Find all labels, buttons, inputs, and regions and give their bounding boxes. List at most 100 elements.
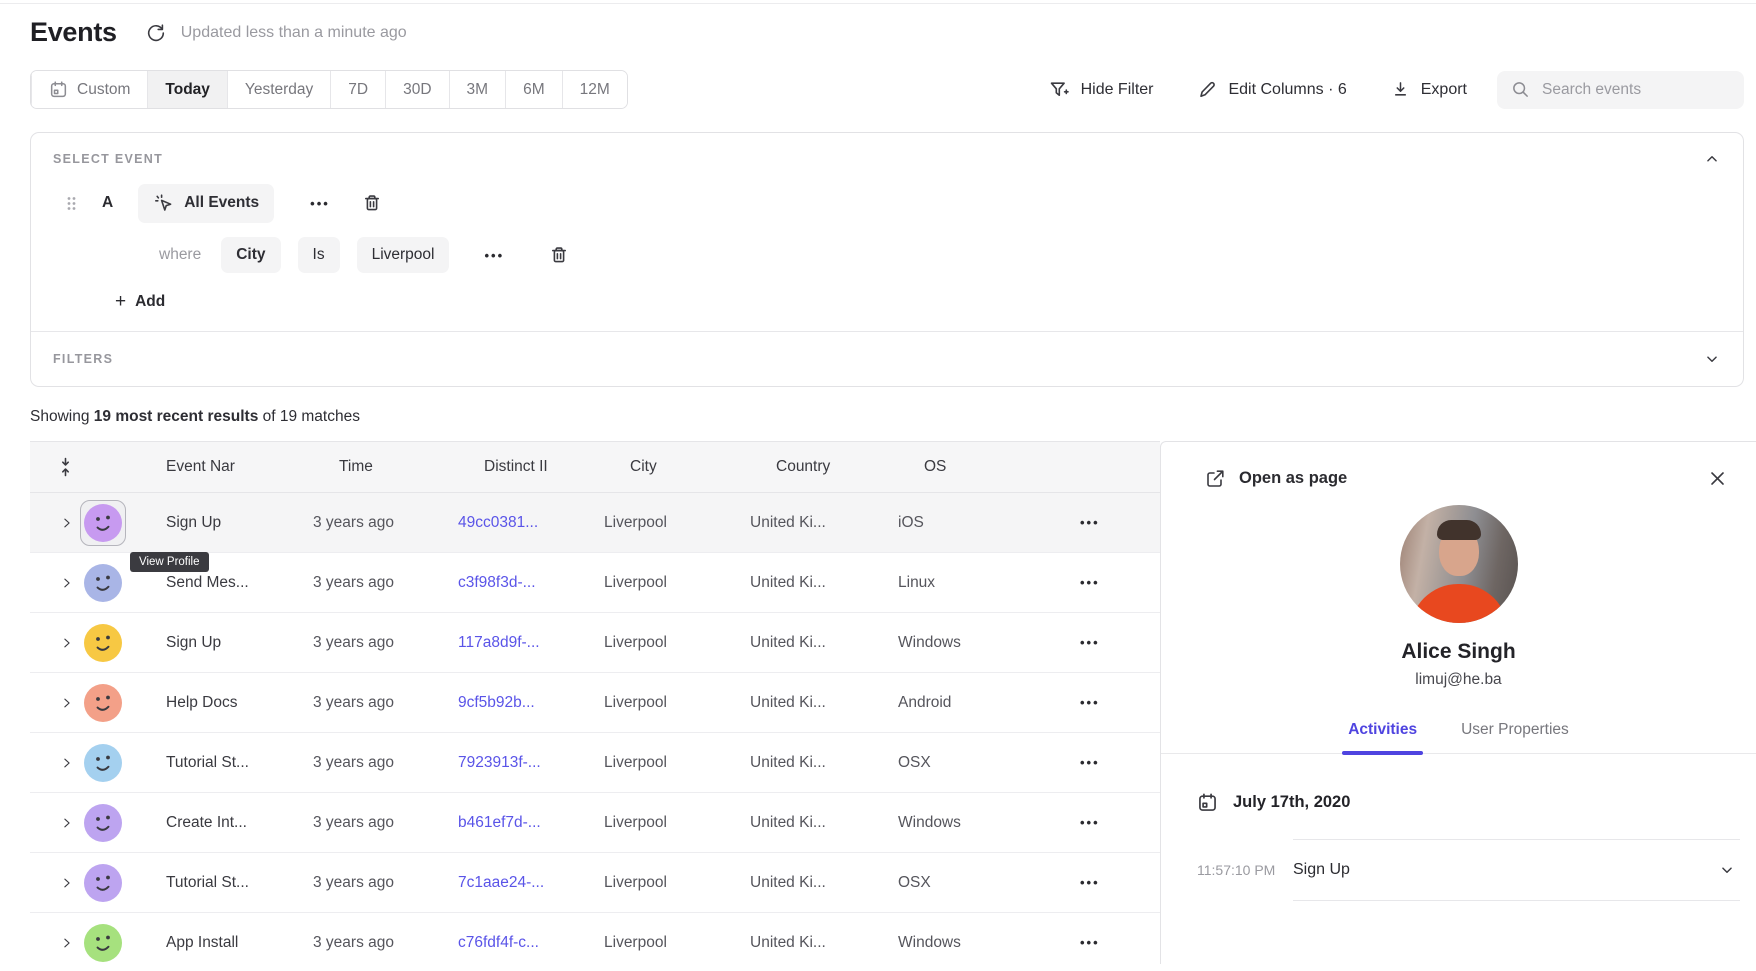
profile-avatar[interactable] — [80, 800, 126, 846]
distinct-id-link[interactable]: b461ef7d-... — [458, 814, 604, 832]
summary-suffix: of 19 matches — [258, 408, 360, 425]
profile-name: Alice Singh — [1161, 640, 1756, 664]
profile-tab-label: User Properties — [1461, 721, 1569, 738]
date-range-option[interactable]: 6M — [505, 71, 562, 108]
profile-avatar[interactable] — [80, 920, 126, 965]
date-range-option[interactable]: Today — [147, 71, 227, 108]
hide-filter-button[interactable]: Hide Filter — [1048, 79, 1154, 100]
chevron-right-icon[interactable] — [60, 936, 78, 950]
chevron-right-icon[interactable] — [60, 516, 78, 530]
event-name-cell: Tutorial St... — [140, 754, 313, 772]
time-cell: 3 years ago — [313, 874, 458, 892]
column-header[interactable]: Distinct II — [458, 458, 604, 476]
avatar-face-icon — [84, 864, 122, 902]
collapse-rows-icon[interactable] — [58, 456, 78, 478]
row-more-menu[interactable]: ••• — [1080, 935, 1160, 950]
city-cell: Liverpool — [604, 814, 750, 832]
date-range-option[interactable]: Custom — [31, 71, 147, 108]
row-more-menu[interactable]: ••• — [1080, 695, 1160, 710]
search-events-box[interactable] — [1497, 71, 1744, 109]
city-cell: Liverpool — [604, 754, 750, 772]
country-cell: United Ki... — [750, 634, 898, 652]
event-trash-icon[interactable] — [362, 193, 382, 213]
profile-tab[interactable]: Activities — [1346, 715, 1419, 753]
distinct-id-link[interactable]: 49cc0381... — [458, 514, 604, 532]
chevron-right-icon[interactable] — [60, 636, 78, 650]
profile-avatar[interactable] — [80, 680, 126, 726]
chevron-right-icon[interactable] — [60, 816, 78, 830]
drag-handle-icon[interactable] — [65, 196, 78, 211]
column-header[interactable]: Time — [313, 458, 458, 476]
profile-avatar[interactable] — [80, 500, 126, 546]
date-range-option[interactable]: 30D — [385, 71, 448, 108]
add-label: Add — [135, 293, 165, 311]
table-row[interactable]: Sign Up 3 years ago 117a8d9f-... Liverpo… — [30, 613, 1160, 673]
activity-event-expander[interactable]: Sign Up — [1293, 839, 1740, 901]
profile-avatar[interactable] — [80, 560, 126, 606]
event-selector-chip[interactable]: All Events — [138, 184, 274, 223]
row-more-menu[interactable]: ••• — [1080, 575, 1160, 590]
add-clause-button[interactable]: + Add — [115, 291, 1743, 313]
chevron-right-icon[interactable] — [60, 876, 78, 890]
profile-avatar[interactable] — [80, 860, 126, 906]
operator-chip[interactable]: Is — [298, 237, 340, 273]
edit-columns-button[interactable]: Edit Columns · 6 — [1197, 80, 1346, 100]
distinct-id-link[interactable]: 9cf5b92b... — [458, 694, 604, 712]
filters-label: FILTERS — [53, 352, 113, 366]
profile-tabs: Activities User Properties — [1161, 715, 1756, 754]
search-input[interactable] — [1542, 81, 1730, 99]
event-clause-row: A All Events ••• — [65, 183, 1743, 223]
row-more-menu[interactable]: ••• — [1080, 875, 1160, 890]
row-more-menu[interactable]: ••• — [1080, 515, 1160, 530]
distinct-id-link[interactable]: 7923913f-... — [458, 754, 604, 772]
download-icon — [1391, 80, 1410, 99]
distinct-id-link[interactable]: 117a8d9f-... — [458, 634, 604, 652]
row-more-menu[interactable]: ••• — [1080, 815, 1160, 830]
time-cell: 3 years ago — [313, 934, 458, 952]
table-row[interactable]: Tutorial St... 3 years ago 7923913f-... … — [30, 733, 1160, 793]
date-range-label: Today — [165, 81, 210, 99]
collapse-chevron-up-icon[interactable] — [1703, 150, 1721, 168]
table-row[interactable]: Create Int... 3 years ago b461ef7d-... L… — [30, 793, 1160, 853]
profile-avatar[interactable] — [80, 740, 126, 786]
table-row[interactable]: App Install 3 years ago c76fdf4f-c... Li… — [30, 913, 1160, 964]
close-icon[interactable] — [1709, 470, 1726, 487]
distinct-id-link[interactable]: c3f98f3d-... — [458, 574, 604, 592]
table-row[interactable]: Sign Up 3 years ago 49cc0381... Liverpoo… — [30, 493, 1160, 553]
refresh-icon[interactable] — [145, 22, 167, 44]
date-range-option[interactable]: 3M — [449, 71, 506, 108]
distinct-id-link[interactable]: c76fdf4f-c... — [458, 934, 604, 952]
date-range-option[interactable]: Yesterday — [227, 71, 330, 108]
table-row[interactable]: Help Docs 3 years ago 9cf5b92b... Liverp… — [30, 673, 1160, 733]
value-chip[interactable]: Liverpool — [357, 237, 450, 273]
profile-avatar[interactable] — [80, 620, 126, 666]
event-chip-label: All Events — [184, 194, 259, 212]
os-cell: OSX — [898, 874, 1046, 892]
chevron-right-icon[interactable] — [60, 576, 78, 590]
distinct-id-link[interactable]: 7c1aae24-... — [458, 874, 604, 892]
chevron-right-icon[interactable] — [60, 696, 78, 710]
export-button[interactable]: Export — [1391, 80, 1467, 99]
profile-tab[interactable]: User Properties — [1459, 715, 1571, 753]
chevron-right-icon[interactable] — [60, 756, 78, 770]
select-event-label: SELECT EVENT — [53, 152, 163, 166]
where-trash-icon[interactable] — [549, 245, 569, 265]
city-cell: Liverpool — [604, 694, 750, 712]
date-range-option[interactable]: 12M — [562, 71, 627, 108]
property-chip[interactable]: City — [221, 237, 280, 273]
date-range-option[interactable]: 7D — [330, 71, 385, 108]
column-header[interactable]: OS — [898, 458, 1046, 476]
table-row[interactable]: Tutorial St... 3 years ago 7c1aae24-... … — [30, 853, 1160, 913]
where-more-menu[interactable]: ••• — [484, 248, 504, 263]
event-more-menu[interactable]: ••• — [310, 196, 330, 211]
row-more-menu[interactable]: ••• — [1080, 755, 1160, 770]
row-more-menu[interactable]: ••• — [1080, 635, 1160, 650]
date-range-label: 12M — [580, 81, 610, 99]
avatar-face-icon — [84, 744, 122, 782]
column-header[interactable]: City — [604, 458, 750, 476]
column-header[interactable]: Event Nar — [140, 458, 313, 476]
open-as-page-button[interactable]: Open as page — [1205, 468, 1347, 489]
filters-section-toggle[interactable]: FILTERS — [31, 332, 1743, 386]
open-as-page-label: Open as page — [1239, 469, 1347, 488]
column-header[interactable]: Country — [750, 458, 898, 476]
